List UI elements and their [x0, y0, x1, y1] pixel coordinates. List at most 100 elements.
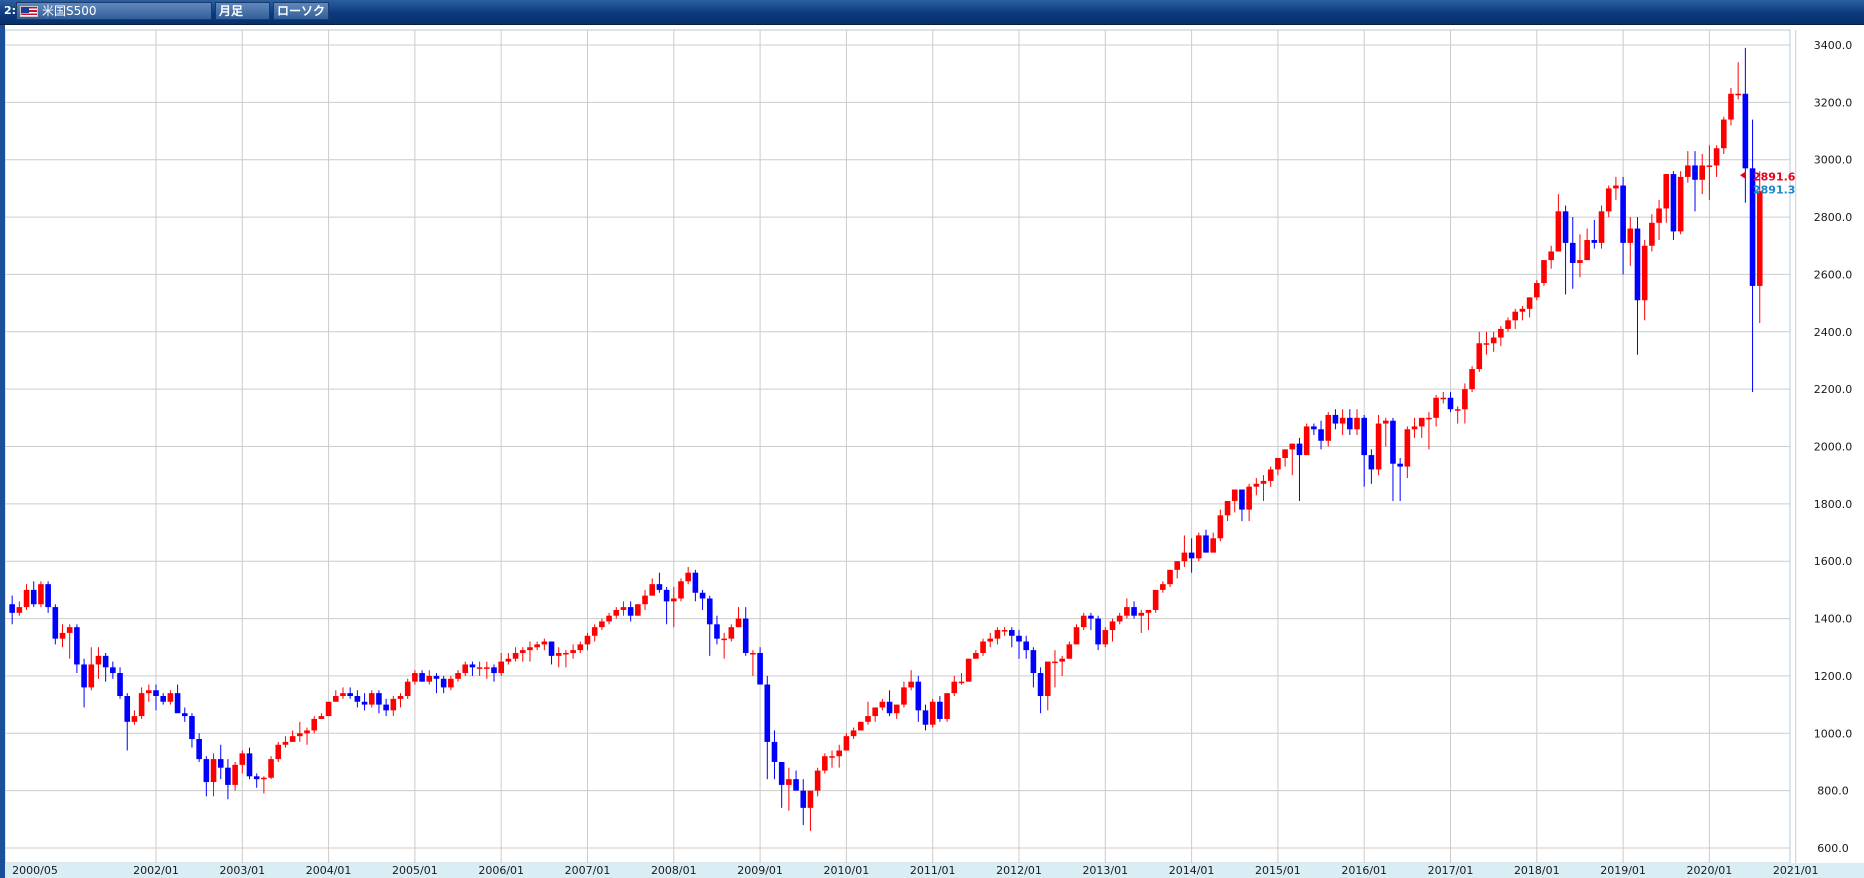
candle-body: [297, 733, 303, 737]
candle-body: [1649, 222, 1655, 246]
candle-body: [757, 652, 763, 685]
candle-body: [1720, 119, 1727, 149]
candle-body: [1059, 658, 1065, 662]
us-flag-icon: [20, 5, 38, 17]
candle-body: [476, 667, 483, 669]
candle-body: [886, 701, 893, 714]
x-tick-label: 2013/01: [1082, 864, 1128, 877]
candle-body: [1584, 240, 1590, 261]
candle-body: [1368, 455, 1375, 470]
candle-body: [1303, 426, 1310, 456]
candle-body: [570, 650, 576, 653]
candle-body: [1052, 661, 1058, 664]
candle-body: [1095, 618, 1101, 645]
candle-body: [1526, 297, 1533, 309]
candle-body: [764, 684, 771, 742]
candle-body: [383, 704, 389, 711]
x-tick-label: 2008/01: [651, 864, 697, 877]
candle-body: [843, 736, 850, 751]
y-tick-label: 2800.0: [1814, 211, 1853, 224]
candle-body: [275, 744, 282, 760]
candle-body: [1555, 211, 1562, 252]
candle-body: [1742, 93, 1749, 169]
candle-body: [922, 710, 929, 725]
candle-body: [742, 618, 749, 653]
candle-body: [1030, 650, 1037, 674]
candle-body: [253, 776, 260, 780]
candle-body: [361, 701, 368, 705]
candle-body: [1670, 174, 1677, 232]
candle-body: [649, 584, 656, 596]
candle-body: [577, 644, 584, 651]
candle-body: [1562, 211, 1569, 243]
candle-body: [692, 572, 699, 593]
candle-body: [1037, 673, 1044, 697]
y-tick-label: 3000.0: [1814, 154, 1853, 167]
x-tick-label: 2015/01: [1255, 864, 1301, 877]
candle-body: [110, 667, 116, 674]
candle-body: [987, 638, 994, 642]
candle-body: [1756, 191, 1763, 286]
y-tick-label: 1000.0: [1814, 727, 1853, 740]
candle-body: [635, 604, 641, 616]
candle-body: [217, 759, 224, 768]
candle-body: [1318, 429, 1324, 441]
candle-body: [699, 592, 706, 599]
candle-body: [419, 673, 425, 682]
candle-body: [66, 627, 73, 633]
candle-body: [181, 713, 188, 717]
candle-body: [1131, 607, 1137, 616]
period-button[interactable]: 月足: [215, 2, 270, 20]
candle-body: [30, 589, 37, 605]
candle-body: [1116, 615, 1123, 622]
y-tick-label: 2000.0: [1814, 441, 1853, 454]
y-tick-label: 1200.0: [1814, 670, 1853, 683]
candle-body: [929, 701, 936, 725]
candle-body: [512, 652, 519, 659]
last-price-label: 2891.6: [1753, 170, 1796, 183]
candle-body: [1433, 397, 1439, 418]
candle-body: [1203, 535, 1209, 553]
symbol-selector[interactable]: 米国S500: [16, 2, 212, 20]
candle-body: [728, 627, 735, 639]
candle-body: [994, 630, 1001, 639]
candle-body: [1023, 641, 1029, 651]
candle-body: [325, 701, 332, 717]
candle-body: [225, 767, 231, 785]
x-tick-label: 2009/01: [737, 864, 783, 877]
candle-body: [491, 667, 497, 674]
candle-body: [282, 741, 289, 745]
y-tick-label: 2600.0: [1814, 268, 1853, 281]
candle-body: [1598, 211, 1605, 243]
candle-body: [829, 756, 835, 758]
candle-body: [146, 690, 152, 694]
candle-body: [1231, 489, 1238, 501]
candle-body: [901, 687, 907, 705]
candle-body: [778, 761, 785, 785]
candle-body: [822, 756, 828, 771]
candle-body: [174, 693, 181, 714]
candle-body: [462, 664, 469, 674]
candle-body: [448, 678, 454, 688]
chart-type-button[interactable]: ローソク: [273, 2, 329, 20]
chart-index: 2:: [4, 4, 17, 17]
candle-body: [160, 696, 166, 702]
candle-body: [189, 716, 195, 740]
candle-body: [1080, 615, 1087, 628]
candle-body: [1339, 417, 1346, 424]
x-tick-label: 2014/01: [1169, 864, 1215, 877]
candle-body: [131, 716, 138, 722]
candle-body: [1426, 417, 1432, 420]
candle-body: [1152, 589, 1159, 610]
candle-body: [52, 607, 59, 639]
candlestick-chart: 600.0 800.0 1000.0 1200.0 1400.0 1600.0 1800.0…: [5, 29, 1864, 878]
candle-body: [138, 693, 145, 717]
candle-body: [268, 759, 274, 778]
x-tick-label: 2016/01: [1341, 864, 1387, 877]
candle-body: [1577, 260, 1583, 263]
candle-body: [210, 759, 217, 783]
candle-body: [23, 589, 30, 608]
x-tick-label: 2004/01: [306, 864, 352, 877]
candle-body: [1375, 423, 1382, 470]
x-tick-label: 2019/01: [1600, 864, 1646, 877]
